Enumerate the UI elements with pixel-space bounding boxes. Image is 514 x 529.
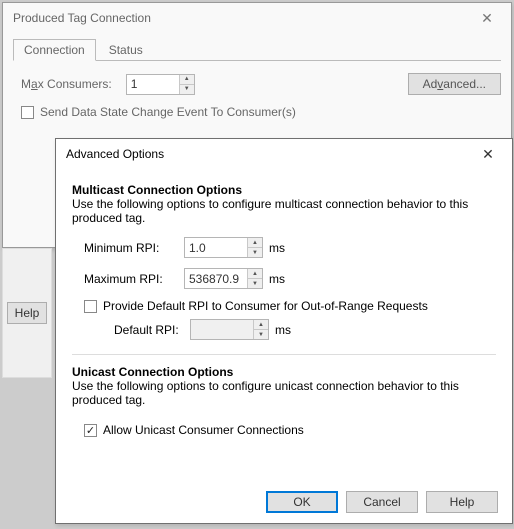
adv-help-button[interactable]: Help: [426, 491, 498, 513]
chevron-up-icon[interactable]: ▲: [248, 269, 262, 279]
cancel-button[interactable]: Cancel: [346, 491, 418, 513]
default-rpi-unit: ms: [275, 323, 291, 337]
send-data-label: Send Data State Change Event To Consumer…: [40, 105, 296, 119]
allow-unicast-label: Allow Unicast Consumer Connections: [103, 423, 304, 437]
unicast-title: Unicast Connection Options: [72, 365, 496, 379]
left-help-panel: Help: [2, 248, 52, 378]
default-rpi-label: Default RPI:: [114, 323, 190, 337]
advanced-options-dialog: Advanced Options ✕ Multicast Connection …: [55, 138, 513, 524]
tabstrip: Connection Status: [13, 39, 501, 61]
parent-title: Produced Tag Connection: [13, 11, 151, 25]
max-consumers-stepper[interactable]: ▲ ▼: [126, 74, 195, 95]
parent-help-button[interactable]: Help: [7, 302, 47, 324]
min-rpi-input[interactable]: [185, 238, 247, 257]
allow-unicast-checkbox[interactable]: ✓: [84, 424, 97, 437]
dialog-buttonbar: OK Cancel Help: [56, 481, 512, 523]
adv-title: Advanced Options: [66, 147, 164, 161]
unicast-desc: Use the following options to configure u…: [72, 379, 496, 407]
tab-status[interactable]: Status: [98, 39, 154, 60]
max-consumers-label: Max Consumers:: [21, 77, 112, 91]
chevron-up-icon[interactable]: ▲: [180, 75, 194, 85]
default-rpi-stepper: ▲ ▼: [190, 319, 269, 340]
adv-titlebar: Advanced Options ✕: [56, 139, 512, 169]
max-rpi-input[interactable]: [185, 269, 247, 288]
chevron-down-icon[interactable]: ▼: [248, 279, 262, 288]
chevron-up-icon: ▲: [254, 320, 268, 330]
min-rpi-label: Minimum RPI:: [84, 241, 184, 255]
max-rpi-stepper[interactable]: ▲ ▼: [184, 268, 263, 289]
tab-connection[interactable]: Connection: [13, 39, 96, 61]
close-icon[interactable]: ✕: [471, 10, 503, 27]
max-rpi-label: Maximum RPI:: [84, 272, 184, 286]
provide-default-checkbox[interactable]: [84, 300, 97, 313]
chevron-down-icon[interactable]: ▼: [248, 248, 262, 257]
max-consumers-input[interactable]: [127, 75, 179, 94]
min-rpi-unit: ms: [269, 241, 285, 255]
chevron-down-icon[interactable]: ▼: [180, 85, 194, 94]
default-rpi-input: [191, 320, 253, 339]
advanced-button[interactable]: Advanced...: [408, 73, 501, 95]
chevron-up-icon[interactable]: ▲: [248, 238, 262, 248]
min-rpi-stepper[interactable]: ▲ ▼: [184, 237, 263, 258]
multicast-title: Multicast Connection Options: [72, 183, 496, 197]
close-icon[interactable]: ✕: [472, 146, 504, 163]
multicast-desc: Use the following options to configure m…: [72, 197, 496, 225]
parent-titlebar: Produced Tag Connection ✕: [3, 3, 511, 33]
separator: [72, 354, 496, 355]
max-rpi-unit: ms: [269, 272, 285, 286]
send-data-checkbox[interactable]: [21, 106, 34, 119]
provide-default-label: Provide Default RPI to Consumer for Out-…: [103, 299, 428, 313]
chevron-down-icon: ▼: [254, 330, 268, 339]
ok-button[interactable]: OK: [266, 491, 338, 513]
